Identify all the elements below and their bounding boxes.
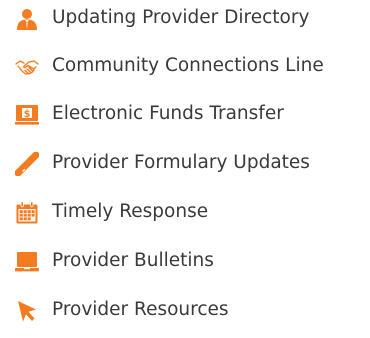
link-label: Provider Bulletins [52,250,214,271]
dollar-monitor-icon: $ [15,103,39,127]
svg-text:$: $ [24,109,31,120]
cursor-arrow-icon [15,299,39,323]
link-label: Provider Resources [52,299,229,320]
handshake-icon [15,55,39,79]
link-provider-formulary-updates[interactable]: Provider Formulary Updates [0,147,370,181]
calendar-icon [15,201,39,225]
link-label: Community Connections Line [52,55,324,76]
pill-icon [15,152,39,176]
person-icon [15,7,39,31]
link-updating-provider-directory[interactable]: Updating Provider Directory [0,2,370,36]
link-label: Provider Formulary Updates [52,152,310,173]
link-provider-resources[interactable]: Provider Resources [0,294,370,328]
link-label: Timely Response [52,201,209,222]
link-electronic-funds-transfer[interactable]: $ Electronic Funds Transfer [0,98,370,132]
laptop-icon [15,250,39,274]
link-label: Updating Provider Directory [52,7,310,28]
link-label: Electronic Funds Transfer [52,103,284,124]
link-community-connections-line[interactable]: Community Connections Line [0,50,370,84]
link-provider-bulletins[interactable]: Provider Bulletins [0,245,370,279]
link-timely-response[interactable]: Timely Response [0,196,370,230]
